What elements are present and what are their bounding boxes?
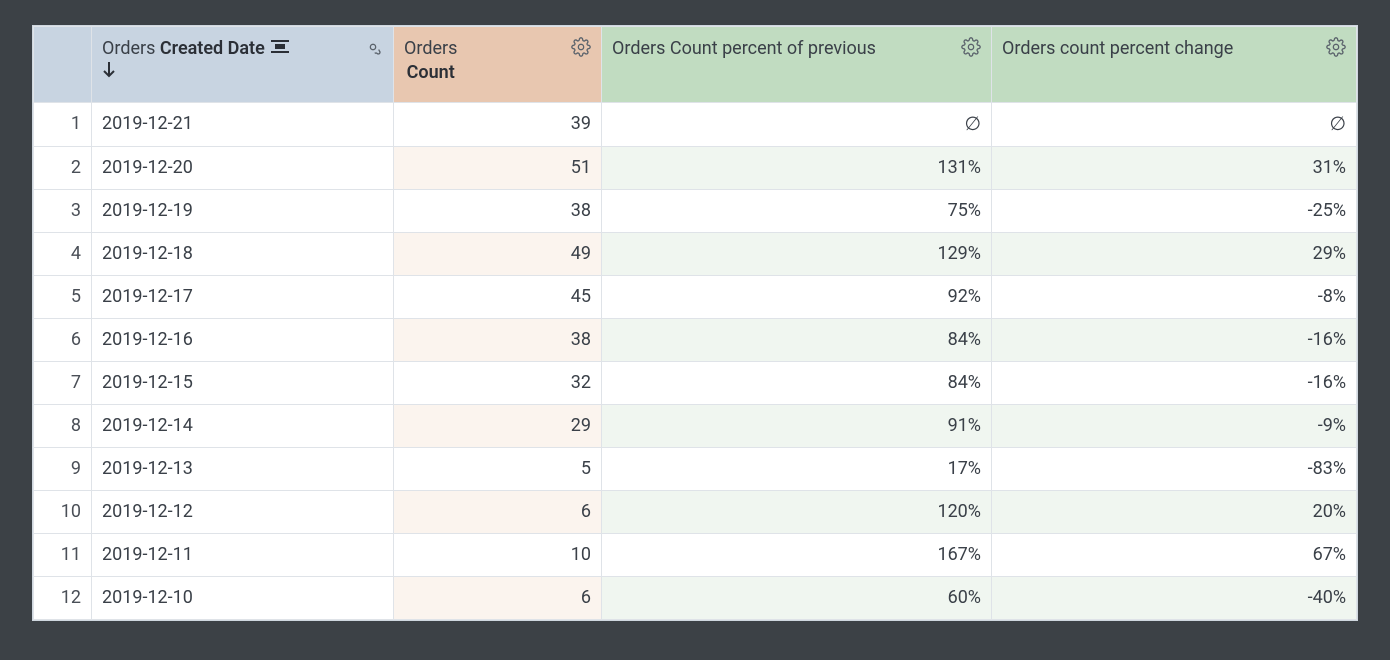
cell-percent-of-previous[interactable]: 75% <box>602 190 992 233</box>
cell-percent-of-previous[interactable]: 91% <box>602 405 992 448</box>
row-number: 3 <box>34 190 92 233</box>
cell-created-date[interactable]: 2019-12-13 <box>92 448 394 491</box>
table-row: 82019-12-142991%-9% <box>34 405 1357 448</box>
row-number: 12 <box>34 577 92 620</box>
table-row: 22019-12-2051131%31% <box>34 147 1357 190</box>
sort-descending-icon[interactable] <box>102 61 291 79</box>
header-label-bold: Count <box>407 62 455 83</box>
header-label-prefix: Orders <box>102 38 160 59</box>
cell-created-date[interactable]: 2019-12-16 <box>92 319 394 362</box>
cell-percent-change[interactable]: -16% <box>992 319 1357 362</box>
gear-icon[interactable] <box>363 37 383 57</box>
header-percent-change[interactable]: Orders count percent change <box>992 27 1357 103</box>
cell-percent-of-previous[interactable]: 120% <box>602 491 992 534</box>
row-number: 7 <box>34 362 92 405</box>
row-number: 1 <box>34 103 92 147</box>
cell-percent-change[interactable]: 20% <box>992 491 1357 534</box>
cell-percent-of-previous[interactable]: 92% <box>602 276 992 319</box>
cell-orders-count[interactable]: 29 <box>394 405 602 448</box>
cell-percent-change[interactable]: -16% <box>992 362 1357 405</box>
data-table: Orders Created Date <box>33 26 1357 620</box>
cell-orders-count[interactable]: 10 <box>394 534 602 577</box>
cell-percent-change[interactable]: -25% <box>992 190 1357 233</box>
cell-percent-change[interactable]: -9% <box>992 405 1357 448</box>
cell-created-date[interactable]: 2019-12-17 <box>92 276 394 319</box>
table-row: 52019-12-174592%-8% <box>34 276 1357 319</box>
cell-orders-count[interactable]: 39 <box>394 103 602 147</box>
cell-orders-count[interactable]: 32 <box>394 362 602 405</box>
cell-percent-change[interactable]: -8% <box>992 276 1357 319</box>
cell-percent-change[interactable]: -83% <box>992 448 1357 491</box>
cell-percent-change[interactable]: ∅ <box>992 103 1357 147</box>
cell-orders-count[interactable]: 6 <box>394 491 602 534</box>
cell-percent-of-previous[interactable]: 131% <box>602 147 992 190</box>
row-number: 11 <box>34 534 92 577</box>
cell-percent-of-previous[interactable]: 84% <box>602 319 992 362</box>
table-row: 42019-12-1849129%29% <box>34 233 1357 276</box>
table-row: 92019-12-13517%-83% <box>34 448 1357 491</box>
data-table-frame: Orders Created Date <box>32 25 1358 621</box>
cell-orders-count[interactable]: 38 <box>394 319 602 362</box>
cell-percent-of-previous[interactable]: 84% <box>602 362 992 405</box>
cell-percent-change[interactable]: 67% <box>992 534 1357 577</box>
header-percent-of-previous[interactable]: Orders Count percent of previous <box>602 27 992 103</box>
table-row: 112019-12-1110167%67% <box>34 534 1357 577</box>
cell-orders-count[interactable]: 45 <box>394 276 602 319</box>
cell-created-date[interactable]: 2019-12-11 <box>92 534 394 577</box>
gear-icon[interactable] <box>1326 37 1346 57</box>
header-label: Orders count percent change <box>1002 37 1233 61</box>
cell-percent-of-previous[interactable]: 129% <box>602 233 992 276</box>
cell-created-date[interactable]: 2019-12-12 <box>92 491 394 534</box>
cell-orders-count[interactable]: 5 <box>394 448 602 491</box>
table-row: 32019-12-193875%-25% <box>34 190 1357 233</box>
header-created-date[interactable]: Orders Created Date <box>92 27 394 103</box>
cell-created-date[interactable]: 2019-12-15 <box>92 362 394 405</box>
cell-orders-count[interactable]: 38 <box>394 190 602 233</box>
cell-percent-change[interactable]: 31% <box>992 147 1357 190</box>
cell-percent-of-previous[interactable]: 60% <box>602 577 992 620</box>
row-number: 2 <box>34 147 92 190</box>
cell-percent-of-previous[interactable]: 167% <box>602 534 992 577</box>
table-row: 102019-12-126120%20% <box>34 491 1357 534</box>
table-row: 122019-12-10660%-40% <box>34 577 1357 620</box>
cell-created-date[interactable]: 2019-12-10 <box>92 577 394 620</box>
table-row: 12019-12-2139 ∅ ∅ <box>34 103 1357 147</box>
null-icon: ∅ <box>964 112 981 135</box>
cell-created-date[interactable]: 2019-12-14 <box>92 405 394 448</box>
row-number: 6 <box>34 319 92 362</box>
cell-created-date[interactable]: 2019-12-18 <box>92 233 394 276</box>
header-label: Orders Count percent of previous <box>612 37 876 61</box>
header-label-prefix: Orders <box>404 38 457 59</box>
header-label-bold: Created Date <box>160 38 265 59</box>
row-number: 4 <box>34 233 92 276</box>
cell-percent-change[interactable]: 29% <box>992 233 1357 276</box>
header-rownum <box>34 27 92 103</box>
gear-icon[interactable] <box>961 37 981 57</box>
cell-created-date[interactable]: 2019-12-19 <box>92 190 394 233</box>
table-row: 72019-12-153284%-16% <box>34 362 1357 405</box>
cell-created-date[interactable]: 2019-12-20 <box>92 147 394 190</box>
cell-orders-count[interactable]: 49 <box>394 233 602 276</box>
row-number: 5 <box>34 276 92 319</box>
cell-percent-change[interactable]: -40% <box>992 577 1357 620</box>
null-icon: ∅ <box>1329 112 1346 135</box>
cell-orders-count[interactable]: 51 <box>394 147 602 190</box>
cell-percent-of-previous[interactable]: ∅ <box>602 103 992 147</box>
pivot-icon[interactable] <box>269 38 291 54</box>
row-number: 8 <box>34 405 92 448</box>
gear-icon[interactable] <box>571 37 591 57</box>
table-row: 62019-12-163884%-16% <box>34 319 1357 362</box>
cell-percent-of-previous[interactable]: 17% <box>602 448 992 491</box>
table-header-row: Orders Created Date <box>34 27 1357 103</box>
cell-orders-count[interactable]: 6 <box>394 577 602 620</box>
header-orders-count[interactable]: Orders Count <box>394 27 602 103</box>
row-number: 9 <box>34 448 92 491</box>
cell-created-date[interactable]: 2019-12-21 <box>92 103 394 147</box>
row-number: 10 <box>34 491 92 534</box>
